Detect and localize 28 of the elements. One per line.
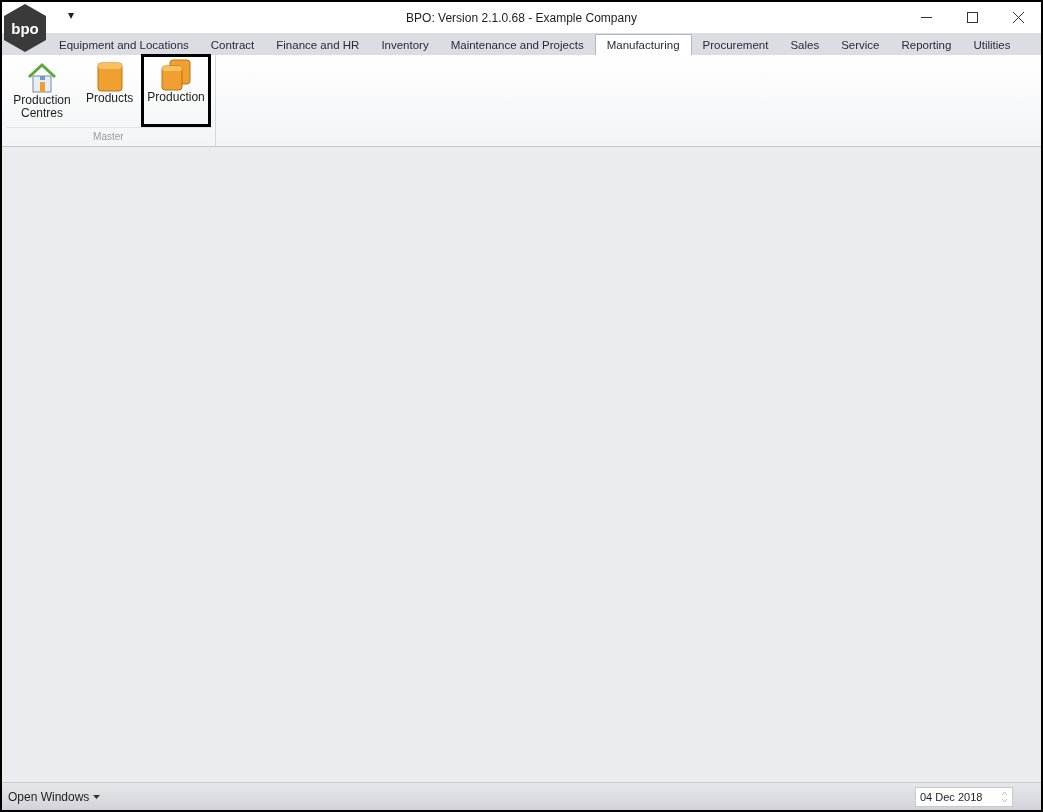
ribbon-tab[interactable]: Contract [199, 34, 266, 55]
caret-icon [93, 794, 101, 799]
app-logo: bpo [4, 4, 46, 52]
box-icon [96, 62, 123, 92]
ribbon-tab[interactable]: Procurement [691, 34, 780, 55]
quick-access-menu[interactable]: ▾ [68, 8, 74, 22]
open-windows-menu[interactable]: Open Windows [8, 789, 101, 804]
ribbon-tab[interactable]: Equipment and Locations [48, 34, 200, 55]
house-icon [26, 62, 58, 94]
ribbon-tab[interactable]: Reporting [890, 34, 963, 55]
spinner-icon [1001, 790, 1008, 803]
ribbon-tab[interactable]: Sales [779, 34, 831, 55]
ribbon-tab[interactable]: Manufacturing [594, 34, 692, 55]
maximize-icon [966, 12, 978, 23]
date-field[interactable]: 04 Dec 2018 [915, 786, 1013, 807]
minimize-icon [920, 17, 932, 18]
window-title: BPO: Version 2.1.0.68 - Example Company [406, 10, 637, 25]
ribbon-tab[interactable]: Inventory [370, 34, 440, 55]
ribbon-tab[interactable]: Service [830, 34, 891, 55]
ribbon-tab[interactable]: Utilities [962, 34, 1022, 55]
ribbon-button[interactable]: Production [141, 54, 211, 127]
ribbon-tab[interactable]: Maintenance and Projects [439, 34, 595, 55]
boxes-icon [161, 59, 192, 91]
ribbon-button[interactable]: Production Centres [6, 55, 78, 127]
group-label: Master [6, 127, 211, 146]
ribbon-button[interactable]: Products [80, 55, 140, 127]
close-icon [1012, 12, 1024, 23]
ribbon-tab[interactable]: Finance and HR [265, 34, 371, 55]
